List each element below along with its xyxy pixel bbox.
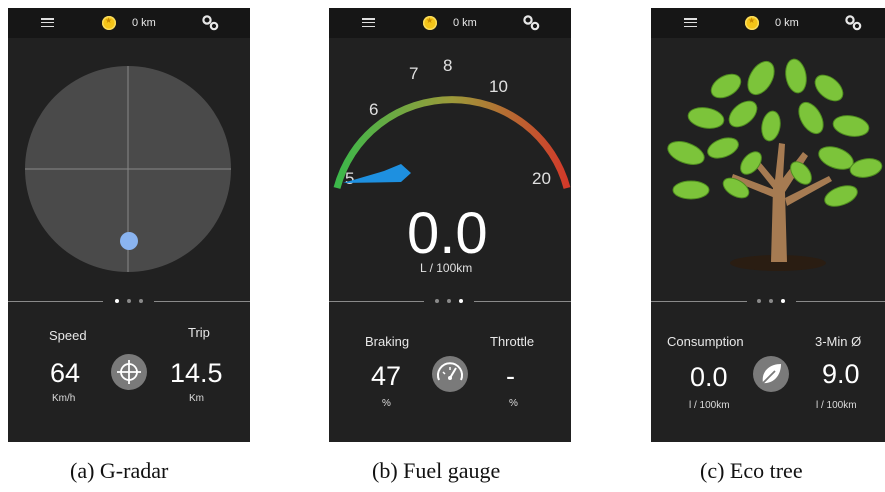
page-dot-1[interactable] — [435, 299, 439, 303]
page-dot-1[interactable] — [115, 299, 119, 303]
fuel-gauge: 5 6 7 8 10 20 — [333, 56, 571, 189]
tree-illustration — [667, 58, 883, 271]
trip-label: Trip — [188, 325, 210, 340]
speedometer-button[interactable] — [432, 356, 468, 392]
coin-icon[interactable] — [745, 16, 759, 30]
tick-label: 8 — [443, 56, 452, 75]
divider-left — [651, 301, 747, 302]
gears-icon[interactable] — [845, 15, 862, 31]
tick-label: 6 — [369, 100, 378, 119]
speedometer-icon — [437, 362, 463, 381]
braking-value: 47 — [371, 361, 402, 391]
divider-right — [796, 301, 885, 302]
consumption-label: Consumption — [667, 334, 744, 349]
consumption-value: 0.0 — [407, 201, 488, 266]
page-dot-2[interactable] — [769, 299, 773, 303]
consumption-unit: l / 100km — [689, 400, 730, 411]
caption-fuel-gauge: (b) Fuel gauge — [372, 458, 501, 483]
crosshair-button[interactable] — [111, 354, 147, 390]
page-dot-1[interactable] — [757, 299, 761, 303]
caption-eco-tree: (c) Eco tree — [700, 458, 803, 483]
page-dot-3[interactable] — [781, 299, 785, 303]
coin-icon[interactable] — [102, 16, 116, 30]
leaf-button[interactable] — [753, 356, 789, 392]
braking-unit: % — [382, 398, 391, 409]
page-dot-2[interactable] — [127, 299, 131, 303]
speed-unit: Km/h — [52, 393, 76, 404]
throttle-unit: % — [509, 398, 518, 409]
g-radar-screen: 0 km Speed 64 Km/h Trip 14.5 Km — [8, 8, 250, 442]
distance-label: 0 km — [132, 17, 156, 29]
tick-label: 5 — [345, 169, 354, 188]
eco-tree-screen: 0 km — [651, 8, 885, 442]
leaf-icon — [762, 364, 781, 384]
page-dot-3[interactable] — [459, 299, 463, 303]
braking-label: Braking — [365, 334, 410, 349]
tick-label: 20 — [532, 169, 551, 188]
divider-right — [474, 301, 571, 302]
top-bar: 0 km — [8, 8, 250, 38]
radar-dot — [120, 232, 138, 250]
throttle-value: - — [506, 361, 515, 391]
consumption-value: 0.0 — [690, 362, 728, 392]
top-bar: 0 km — [651, 8, 885, 38]
menu-icon[interactable] — [41, 18, 54, 28]
caption-g-radar: (a) G-radar — [70, 458, 169, 483]
trip-value: 14.5 — [170, 358, 223, 388]
avg-label: 3-Min Ø — [815, 334, 862, 349]
page-dot-2[interactable] — [447, 299, 451, 303]
distance-label: 0 km — [775, 17, 799, 29]
speed-value: 64 — [50, 358, 81, 388]
divider-left — [8, 301, 103, 302]
consumption-unit: L / 100km — [420, 261, 473, 275]
divider-left — [329, 301, 424, 302]
divider-right — [154, 301, 250, 302]
avg-value: 9.0 — [822, 359, 860, 389]
page-dot-3[interactable] — [139, 299, 143, 303]
avg-unit: l / 100km — [816, 400, 857, 411]
throttle-label: Throttle — [490, 334, 535, 349]
fuel-gauge-screen: 0 km 5 6 7 8 10 20 0.0 L / 100km Braking… — [329, 8, 571, 442]
tick-label: 10 — [489, 77, 508, 96]
menu-icon[interactable] — [684, 18, 697, 28]
speed-label: Speed — [49, 328, 87, 343]
tick-label: 7 — [409, 64, 418, 83]
gears-icon[interactable] — [202, 15, 219, 31]
radar-plot — [25, 66, 231, 272]
trip-unit: Km — [189, 393, 204, 404]
crosshair-icon — [117, 360, 141, 384]
